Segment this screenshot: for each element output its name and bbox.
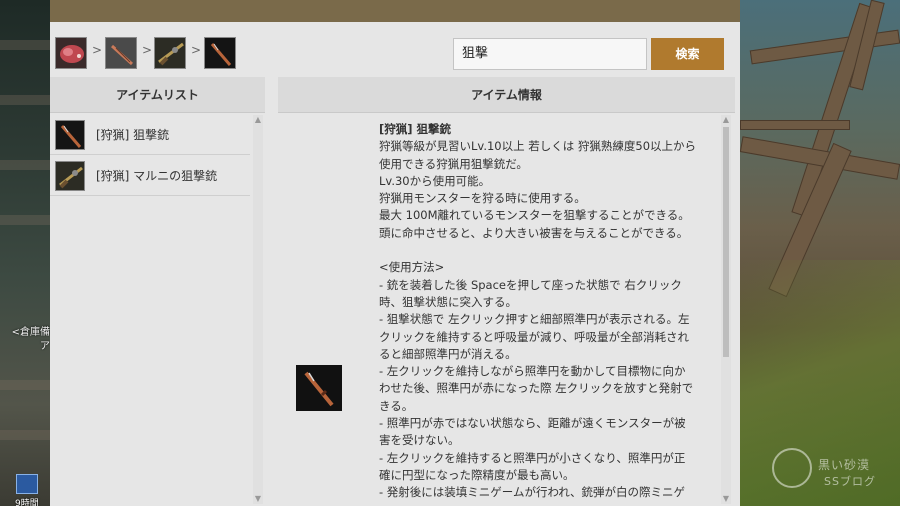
item-title: [狩猟] 狙撃銃	[379, 122, 452, 136]
item-library-window: > > > 狙撃 検索 アイテムリスト [狩猟] 狙撃銃 [狩猟] マルニの狙撃…	[50, 0, 740, 506]
item-info-body: [狩猟] 狙撃銃 狩猟等級が見習いLv.10以上 若しくは 狩猟熟練度50以上か…	[278, 115, 735, 506]
scroll-down-icon[interactable]: ▼	[253, 494, 263, 504]
list-item[interactable]: [狩猟] 狙撃銃	[50, 115, 250, 155]
item-description-line: - 照準円が赤ではない状態なら、距離が遠くモンスターが被	[379, 416, 686, 431]
breadcrumb-meat-icon[interactable]	[55, 37, 87, 69]
list-item-label: [狩猟] 狙撃銃	[96, 128, 170, 142]
search-button[interactable]: 検索	[651, 38, 724, 70]
item-description-line: - 左クリックを維持すると照準円が小さくなり、照準円が正	[379, 450, 686, 465]
item-description-line: 時、狙撃状態に突入する。	[379, 294, 517, 309]
item-description-line: - 左クリックを維持しながら照準円を動かして目標物に向か	[379, 364, 686, 379]
item-info-scrollbar[interactable]: ▲ ▼	[721, 115, 731, 504]
item-info-rifle-icon	[296, 365, 342, 411]
item-description-line: クリックを維持すると呼吸量が減り、呼吸量が全部消耗され	[379, 329, 690, 344]
breadcrumb-separator: >	[191, 43, 202, 57]
item-description-line: 害を受けない。	[379, 433, 460, 448]
scroll-up-icon[interactable]: ▲	[253, 115, 263, 125]
blog-watermark: 黒い砂漠 SSブログ	[772, 440, 892, 500]
watermark-title: 黒い砂漠	[818, 458, 871, 472]
item-list: [狩猟] 狙撃銃 [狩猟] マルニの狙撃銃	[50, 115, 265, 506]
game-world-right	[740, 0, 900, 506]
item-description-line: Lv.30から使用可能。	[379, 173, 491, 188]
item-description-lines: 狩猟等級が見習いLv.10以上 若しくは 狩猟熟練度50以上から 使用できる狩猟用…	[379, 138, 714, 501]
breadcrumb-separator: >	[142, 43, 153, 57]
item-description-line: 狩猟用モンスターを狩る時に使用する。	[379, 191, 586, 206]
breadcrumb-separator: >	[92, 43, 103, 57]
toolbar: > > > 狙撃 検索	[50, 22, 740, 77]
hud-time-text: 9時間	[15, 499, 39, 506]
item-description-line: わせた後、照準円が赤になった際 左クリックを放すと発射で	[379, 381, 694, 396]
item-description-line: 狩猟等級が見習いLv.10以上 若しくは 狩猟熟練度50以上から	[379, 139, 697, 154]
breadcrumb-rifle-category-icon[interactable]	[105, 37, 137, 69]
item-description-line: 使用できる狩猟用狙撃銃だ。	[379, 156, 528, 171]
hud-buff-icon[interactable]	[16, 474, 38, 494]
list-item[interactable]: [狩猟] マルニの狙撃銃	[50, 156, 250, 196]
list-item-label: [狩猟] マルニの狙撃銃	[96, 169, 218, 183]
item-description-line: きる。	[379, 398, 414, 413]
item-list-header: アイテムリスト	[50, 77, 265, 113]
item-list-scrollbar[interactable]: ▲ ▼	[253, 115, 263, 504]
sniper-rifle-icon	[55, 120, 85, 150]
search-input[interactable]: 狙撃	[453, 38, 647, 70]
item-description-line: 最大 100M離れているモンスターを狙撃することができる。	[379, 208, 690, 223]
window-title-bar[interactable]	[50, 0, 740, 22]
item-info-header: アイテム情報	[278, 77, 735, 113]
game-world-left: <倉庫備 ア 9時間	[0, 0, 50, 506]
watermark-subtitle: SSブログ	[824, 475, 876, 488]
item-info-panel: アイテム情報 [狩猟] 狙撃銃 狩猟等級が見習いLv.10以上 若しくは 狩猟熟…	[278, 77, 735, 506]
item-description-line: - 発射後には装填ミニゲームが行われ、銃弾が白の際ミニゲ	[379, 485, 685, 500]
breadcrumb-sniper-rifle-icon[interactable]	[204, 37, 236, 69]
breadcrumb-marni-rifle-icon[interactable]	[154, 37, 186, 69]
item-description-line	[379, 242, 714, 259]
item-description-line: - 狙撃状態で 左クリック押すと細部照準円が表示される。左	[379, 312, 690, 327]
item-list-panel: アイテムリスト [狩猟] 狙撃銃 [狩猟] マルニの狙撃銃 ▲ ▼	[50, 77, 265, 506]
item-description-line: <使用方法>	[379, 260, 445, 275]
watermark-logo-icon	[772, 448, 812, 488]
scroll-thumb[interactable]	[723, 127, 729, 357]
scroll-down-icon[interactable]: ▼	[721, 494, 731, 504]
item-description: [狩猟] 狙撃銃 狩猟等級が見習いLv.10以上 若しくは 狩猟熟練度50以上か…	[379, 121, 714, 502]
item-description-line: 頭に命中させると、より大きい被害を与えることができる。	[379, 225, 689, 240]
scroll-up-icon[interactable]: ▲	[721, 115, 731, 125]
item-description-line: - 銃を装着した後 Spaceを押して座った状態で 右クリック	[379, 277, 682, 292]
item-description-line: 確に円型になった際精度が最も高い。	[379, 467, 575, 482]
marni-rifle-icon	[55, 161, 85, 191]
item-description-line: ると細部照準円が消える。	[379, 346, 517, 361]
hud-warehouse-text: <倉庫備 ア	[11, 327, 50, 352]
